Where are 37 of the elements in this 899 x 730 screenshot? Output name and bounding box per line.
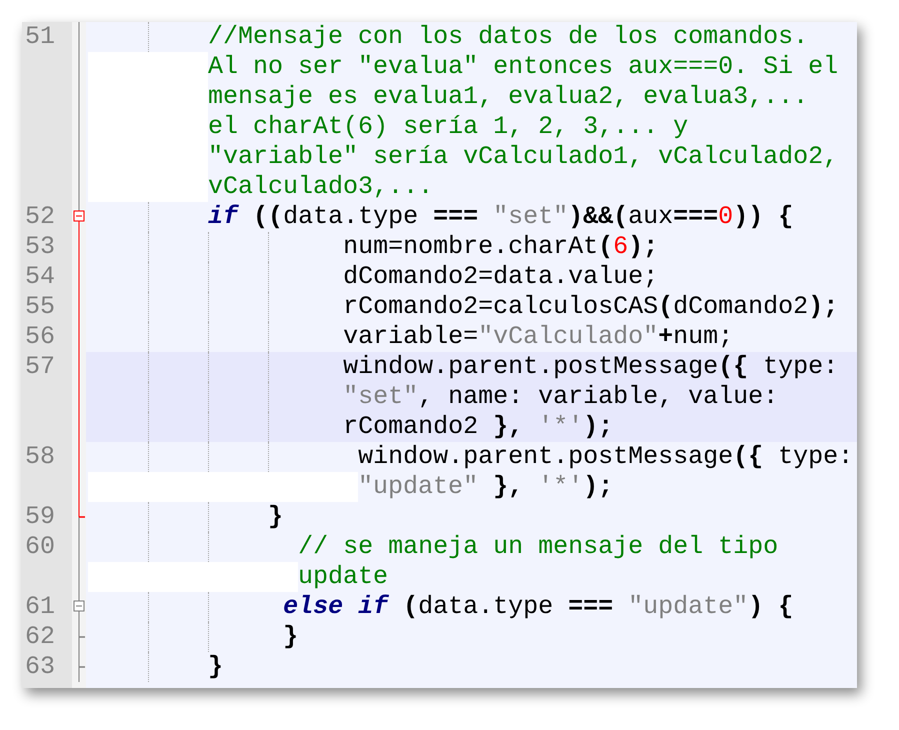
code-line: else if (data.type === "update") { (283, 592, 794, 622)
code-line: "set", name: variable, value: (343, 382, 778, 412)
code-line: } (268, 502, 284, 532)
code-line: el charAt(6) sería 1, 2, 3,... y (208, 112, 688, 142)
code-line: rComando2 }, '*'); (343, 412, 614, 442)
code-line: window.parent.postMessage({ type: (358, 442, 854, 472)
code-line: } (283, 622, 298, 652)
code-line: "variable" sería vCalculado1, vCalculado2, (208, 142, 838, 172)
line-number: 56 (24, 322, 56, 352)
code-line: } (208, 652, 224, 682)
code-line: "update" }, '*'); (358, 472, 614, 502)
line-number: 51 (24, 22, 56, 52)
line-number: 61 (24, 592, 56, 622)
line-number: 53 (24, 232, 56, 262)
code-line: if ((data.type === "set")&&(aux===0)) { (208, 202, 794, 232)
line-number: 60 (24, 532, 56, 562)
line-number: 62 (24, 622, 56, 652)
code-line: rComando2=calculosCAS(dComando2); (343, 292, 838, 322)
line-number: 52 (24, 202, 56, 232)
code-line: num=nombre.charAt(6); (343, 232, 658, 262)
code-line: window.parent.postMessage({ type: (343, 352, 838, 382)
line-number: 63 (24, 652, 56, 682)
line-number: 54 (24, 262, 56, 292)
line-number: 57 (24, 352, 56, 382)
line-number: 58 (24, 442, 56, 472)
code-line: // se maneja un mensaje del tipo (298, 532, 778, 562)
code-line: update (298, 562, 388, 592)
code-line: mensaje es evalua1, evalua2, evalua3,... (208, 82, 808, 112)
code-line: vCalculado3,... (208, 172, 434, 202)
code-line: //Mensaje con los datos de los comandos. (208, 22, 808, 52)
line-number: 55 (24, 292, 56, 322)
code-line: variable="vCalculado"+num; (343, 322, 734, 352)
fold-toggle-icon[interactable] (73, 202, 85, 232)
code-line: dComando2=data.value; (343, 262, 658, 292)
code-line: Al no ser "evalua" entonces aux===0. Si el (208, 52, 838, 82)
fold-toggle-icon[interactable] (73, 592, 85, 622)
line-number: 59 (24, 502, 56, 532)
